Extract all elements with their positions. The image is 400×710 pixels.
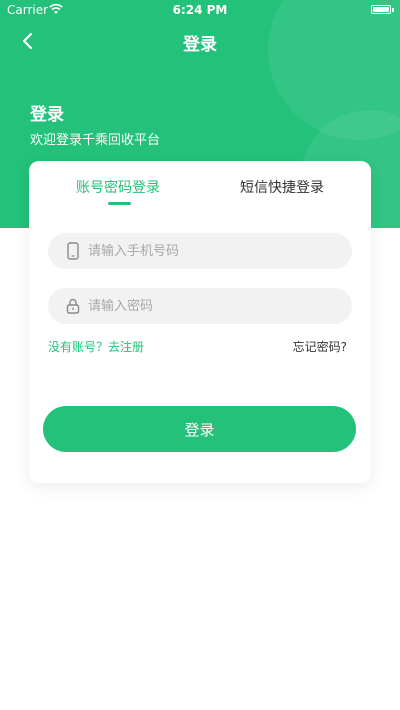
phone-field[interactable] [48, 233, 352, 269]
phone-input[interactable] [88, 233, 338, 269]
phone-icon [67, 242, 79, 260]
clock: 6:24 PM [172, 3, 228, 17]
status-bar: Carrier 6:24 PM [0, 0, 400, 20]
register-link[interactable]: 没有账号？去注册 [48, 338, 144, 355]
nav-title: 登录 [183, 35, 217, 55]
active-tab-indicator [108, 202, 131, 205]
tab-sms-login[interactable]: 短信快捷登录 [240, 177, 324, 197]
login-button[interactable]: 登录 [43, 406, 356, 452]
password-input[interactable] [88, 288, 338, 324]
tab-password-login[interactable]: 账号密码登录 [76, 177, 160, 197]
password-field[interactable] [48, 288, 352, 324]
page-heading: 登录 [30, 105, 64, 125]
login-card: 账号密码登录 短信快捷登录 没有账号？去注册 忘记密码? 登录 [29, 161, 371, 483]
battery-nub [392, 8, 394, 12]
battery-icon [371, 5, 391, 14]
forgot-password-link[interactable]: 忘记密码? [293, 338, 347, 355]
welcome-subtitle: 欢迎登录千乘回收平台 [30, 133, 161, 148]
lock-icon [66, 298, 80, 314]
